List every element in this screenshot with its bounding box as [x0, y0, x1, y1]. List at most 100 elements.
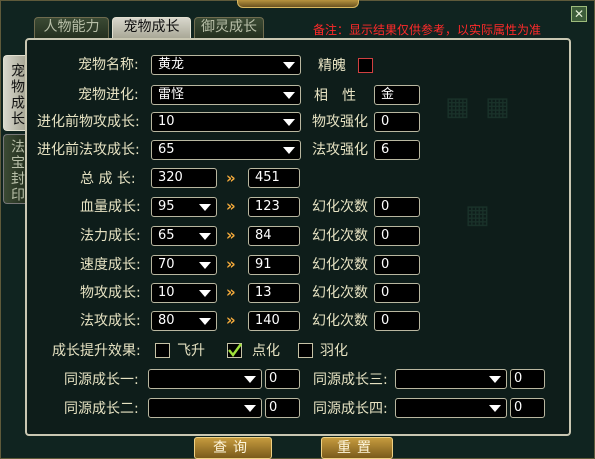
background-glyph: ▦	[465, 200, 490, 230]
growth-row-result: 123	[248, 197, 300, 217]
effect-checkbox-enlighten[interactable]	[227, 343, 242, 358]
growth-row-label: 血量成长:	[80, 199, 141, 215]
magic-strength-field[interactable]: 6	[374, 140, 420, 160]
same-source-number[interactable]: 0	[265, 398, 300, 418]
growth-row-label: 法攻成长:	[80, 313, 141, 329]
same-source-label: 同源成长三:	[313, 372, 388, 388]
side-tab-treasure-seal[interactable]: 法宝封印	[3, 134, 25, 204]
growth-row-value: 65	[158, 228, 175, 243]
attribute-label: 相 性	[314, 88, 356, 104]
query-button[interactable]: 查询	[194, 437, 272, 459]
transform-count-label: 幻化次数	[312, 285, 368, 301]
side-tab-pet-growth[interactable]: 宠物成长	[3, 55, 25, 131]
total-growth-result: 451	[248, 168, 300, 188]
dropdown-arrow-icon	[199, 262, 211, 269]
tab-spirit-growth[interactable]: 御灵成长	[194, 17, 264, 38]
dropdown-arrow-icon	[199, 318, 211, 325]
total-growth-label: 总 成 长:	[80, 171, 136, 187]
dropdown-arrow-icon	[489, 376, 501, 383]
dropdown-arrow-icon	[283, 147, 295, 154]
growth-row-value: 10	[158, 285, 175, 300]
pre-phys-select[interactable]: 10	[151, 112, 301, 132]
double-arrow-icon: »	[226, 197, 236, 215]
same-source-label: 同源成长一:	[64, 372, 139, 388]
effect-label: 成长提升效果:	[52, 343, 141, 359]
tab-pet-growth[interactable]: 宠物成长	[112, 17, 191, 38]
growth-row-result: 140	[248, 311, 300, 331]
pre-magic-label: 进化前法攻成长:	[37, 142, 140, 158]
same-source-label: 同源成长四:	[313, 401, 388, 417]
growth-row-select[interactable]: 65	[151, 226, 217, 246]
pet-evolve-value: 雷怪	[158, 87, 185, 102]
double-arrow-icon: »	[226, 255, 236, 273]
transform-count-field[interactable]: 0	[374, 311, 420, 331]
same-source-select[interactable]	[395, 369, 507, 389]
pet-name-select[interactable]: 黄龙	[151, 55, 301, 75]
magic-strength-label: 法攻强化	[312, 142, 368, 158]
dropdown-arrow-icon	[283, 92, 295, 99]
effect-checkbox-feather[interactable]	[298, 343, 313, 358]
background-glyph: ▦	[485, 92, 510, 122]
close-icon: ✕	[573, 7, 585, 21]
dropdown-arrow-icon	[244, 405, 256, 412]
reset-button[interactable]: 重置	[321, 437, 393, 459]
growth-row-label: 速度成长:	[80, 257, 141, 273]
spirit-label: 精魄	[318, 58, 346, 74]
transform-count-field[interactable]: 0	[374, 197, 420, 217]
pet-evolve-select[interactable]: 雷怪	[151, 85, 301, 105]
same-source-select[interactable]	[148, 398, 262, 418]
growth-row-value: 70	[158, 257, 175, 272]
transform-count-label: 幻化次数	[312, 313, 368, 329]
double-arrow-icon: »	[226, 311, 236, 329]
phys-strength-label: 物攻强化	[312, 114, 368, 130]
pre-phys-value: 10	[158, 114, 175, 129]
pet-name-value: 黄龙	[158, 57, 185, 72]
tab-character-ability[interactable]: 人物能力	[34, 17, 109, 38]
dropdown-arrow-icon	[489, 405, 501, 412]
transform-count-field[interactable]: 0	[374, 283, 420, 303]
dropdown-arrow-icon	[199, 290, 211, 297]
transform-count-field[interactable]: 0	[374, 226, 420, 246]
pre-magic-select[interactable]: 65	[151, 140, 301, 160]
growth-row-select[interactable]: 80	[151, 311, 217, 331]
total-growth-field[interactable]: 320	[151, 168, 217, 188]
growth-row-select[interactable]: 10	[151, 283, 217, 303]
same-source-select[interactable]	[395, 398, 507, 418]
growth-row-value: 80	[158, 313, 175, 328]
pre-phys-label: 进化前物攻成长:	[37, 114, 140, 130]
transform-count-label: 幻化次数	[312, 199, 368, 215]
double-arrow-icon: »	[226, 283, 236, 301]
growth-row-result: 91	[248, 255, 300, 275]
same-source-select[interactable]	[148, 369, 262, 389]
same-source-label: 同源成长二:	[64, 401, 139, 417]
growth-row-result: 84	[248, 226, 300, 246]
transform-count-label: 幻化次数	[312, 228, 368, 244]
transform-count-field[interactable]: 0	[374, 255, 420, 275]
spirit-checkbox[interactable]	[358, 58, 373, 73]
same-source-number[interactable]: 0	[510, 398, 545, 418]
close-button[interactable]: ✕	[571, 6, 587, 22]
pet-evolve-label: 宠物进化:	[78, 87, 139, 103]
background-glyph: ▦	[445, 92, 470, 122]
growth-row-select[interactable]: 70	[151, 255, 217, 275]
dropdown-arrow-icon	[199, 233, 211, 240]
pre-magic-value: 65	[158, 142, 175, 157]
pet-name-label: 宠物名称:	[78, 57, 139, 73]
transform-count-label: 幻化次数	[312, 257, 368, 273]
effect-label-feather: 羽化	[320, 343, 348, 359]
same-source-number[interactable]: 0	[265, 369, 300, 389]
same-source-number[interactable]: 0	[510, 369, 545, 389]
dropdown-arrow-icon	[283, 62, 295, 69]
double-arrow-icon: »	[226, 226, 236, 244]
effect-label-ascend: 飞升	[177, 343, 205, 359]
dropdown-arrow-icon	[244, 376, 256, 383]
notice-text: 备注：显示结果仅供参考，以实际属性为准	[313, 23, 542, 37]
effect-checkbox-ascend[interactable]	[155, 343, 170, 358]
effect-label-enlighten: 点化	[252, 343, 280, 359]
dropdown-arrow-icon	[199, 204, 211, 211]
phys-strength-field[interactable]: 0	[374, 112, 420, 132]
growth-row-select[interactable]: 95	[151, 197, 217, 217]
double-arrow-icon: »	[226, 169, 236, 187]
attribute-field[interactable]: 金	[374, 85, 420, 105]
window-title-tab	[237, 0, 359, 8]
